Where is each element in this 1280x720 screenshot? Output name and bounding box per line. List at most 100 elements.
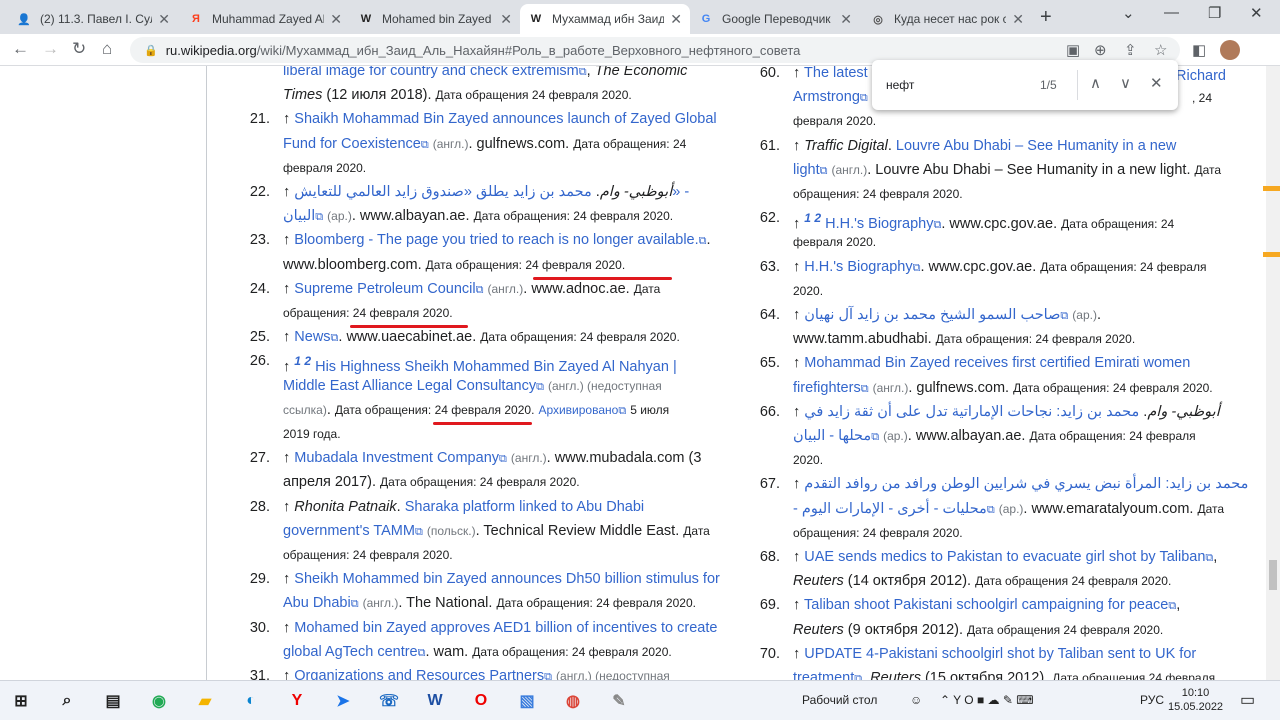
reference-link[interactable]: - محليات - أخرى - الإمارات اليوم: [793, 501, 987, 517]
task-view-icon[interactable]: ▤: [100, 689, 126, 713]
browser-icon[interactable]: ◐: [238, 689, 264, 713]
profile-avatar[interactable]: [1220, 40, 1240, 60]
home-icon[interactable]: ⌂: [102, 39, 112, 59]
photos-icon[interactable]: ▧: [514, 689, 540, 713]
find-next-icon[interactable]: ∨: [1120, 74, 1131, 92]
reference-link[interactable]: H.H.'s Biography: [804, 259, 912, 275]
tab-favicon-icon: G: [701, 13, 711, 25]
reference-link[interactable]: The latest: [804, 66, 868, 81]
tab-close-icon[interactable]: ✕: [670, 11, 682, 28]
reference-link[interactable]: Fund for Coexistence: [283, 136, 421, 152]
tool-icon[interactable]: ✎: [606, 689, 632, 713]
find-input[interactable]: нефт: [886, 78, 914, 92]
reference-link[interactable]: Taliban shoot Pakistani schoolgirl campa…: [804, 597, 1168, 613]
reference-number: 30.: [249, 619, 270, 636]
browser-tab[interactable]: W Mohamed bin Zayed ✕: [350, 4, 520, 34]
clock[interactable]: 10:10 15.05.2022: [1168, 686, 1223, 714]
page-scrollbar[interactable]: [1266, 66, 1280, 680]
external-link-icon: ⧉: [933, 219, 942, 232]
zoom-icon[interactable]: ⊕: [1094, 41, 1107, 59]
telegram-icon[interactable]: ➤: [330, 689, 356, 713]
reference-link[interactable]: Abu Dhabi: [283, 595, 351, 611]
reference-link[interactable]: محمد بن زايد: المرأة نبض يسري في شرايين …: [804, 476, 1248, 492]
notifications-icon[interactable]: ▭: [1240, 690, 1255, 710]
scrollbar-thumb[interactable]: [1269, 560, 1277, 590]
reference-line: 2020.: [793, 283, 824, 298]
desktop-toolbar-label[interactable]: Рабочий стол: [802, 693, 877, 707]
reference-link[interactable]: firefighters: [793, 380, 861, 396]
forward-icon[interactable]: →: [42, 39, 59, 59]
app-icon[interactable]: ◉: [146, 689, 172, 713]
opera-icon[interactable]: O: [468, 689, 494, 713]
reference-link[interactable]: Middle East Alliance Legal Consultancy: [283, 378, 536, 394]
reference-link[interactable]: Mubadala Investment Company: [294, 450, 499, 466]
reference-line: ↑ Sheikh Mohammed bin Zayed announces Dh…: [283, 571, 720, 588]
tab-close-icon[interactable]: ✕: [840, 11, 852, 28]
maximize-icon[interactable]: ❐: [1208, 4, 1221, 22]
page-icon[interactable]: ▣: [1066, 41, 1080, 59]
windows-start-icon[interactable]: ⊞: [8, 689, 34, 713]
reload-icon[interactable]: ↻: [72, 39, 86, 59]
reference-link[interactable]: محمد بن زايد: نجاحات الإماراتية تدل على …: [804, 404, 1139, 420]
browser-tab[interactable]: W Мухаммад ибн Заид ✕: [520, 4, 690, 34]
tab-close-icon[interactable]: ✕: [158, 11, 170, 28]
reference-link[interactable]: UAE sends medics to Pakistan to evacuate…: [804, 549, 1205, 565]
red-underline-3: [433, 422, 532, 425]
browser-tab[interactable]: G Google Переводчик ✕: [690, 4, 860, 34]
reference-link[interactable]: global AgTech centre: [283, 644, 418, 660]
tray-icons[interactable]: ⌃ Y O ■ ☁ ✎ ⌨: [940, 693, 1034, 707]
share-icon[interactable]: ⇪: [1124, 41, 1137, 59]
tab-search-icon[interactable]: ⌄: [1122, 4, 1135, 22]
bookmark-star-icon[interactable]: ☆: [1154, 41, 1167, 59]
reference-link[interactable]: البيان: [283, 208, 315, 224]
reference-line: обращения: 24 февраля 2020.: [793, 525, 963, 540]
minimize-icon[interactable]: —: [1164, 4, 1179, 21]
browser-tab[interactable]: Я Muhammad Zayed Al ✕: [180, 4, 350, 34]
reference-link[interactable]: محلها - البيان: [793, 428, 871, 444]
search-icon[interactable]: ⌕: [54, 689, 80, 713]
browser-tab[interactable]: ◎ Куда несет нас рок с ✕: [862, 4, 1032, 34]
word-icon[interactable]: W: [422, 689, 448, 713]
reference-link[interactable]: light: [793, 162, 820, 178]
reference-link[interactable]: Armstrong: [793, 89, 860, 105]
reference-link[interactable]: liberal image for country and check extr…: [283, 66, 579, 79]
reference-link[interactable]: Mohamed bin Zayed approves AED1 billion …: [294, 620, 717, 636]
external-link-icon: ⧉: [536, 380, 544, 393]
reference-link[interactable]: Supreme Petroleum Council: [294, 281, 475, 297]
reference-number: 65.: [759, 355, 780, 372]
reference-link[interactable]: government's TAMM: [283, 523, 415, 539]
reference-link[interactable]: صاحب السمو الشيخ محمد بن زايد آل نهيان: [804, 307, 1060, 323]
reference-link[interactable]: Sheikh Mohammed bin Zayed announces Dh50…: [294, 571, 720, 587]
browser-tab[interactable]: 👤 (2) 11.3. Павел І. Суле ✕: [8, 4, 178, 34]
find-close-icon[interactable]: ✕: [1150, 74, 1163, 92]
file-explorer-icon[interactable]: ▰: [192, 689, 218, 713]
new-tab-button[interactable]: +: [1040, 6, 1052, 29]
side-panel-icon[interactable]: ◧: [1192, 41, 1206, 59]
reference-link[interactable]: Organizations and Resources Partners: [294, 668, 544, 680]
tab-close-icon[interactable]: ✕: [500, 11, 512, 28]
find-prev-icon[interactable]: ∧: [1090, 74, 1101, 92]
chrome-icon[interactable]: ◍: [560, 689, 586, 713]
reference-link[interactable]: Sharaka platform linked to Abu Dhabi: [405, 499, 644, 515]
reference-link[interactable]: Архивировано: [538, 403, 618, 417]
reference-link[interactable]: 1 2: [294, 354, 311, 368]
reference-link[interactable]: News: [294, 329, 330, 345]
reference-link[interactable]: UPDATE 4-Pakistani schoolgirl shot by Ta…: [804, 646, 1196, 662]
partial-link[interactable]: Richard: [1176, 68, 1226, 84]
reference-number: 63.: [759, 258, 780, 275]
tab-close-icon[interactable]: ✕: [1012, 11, 1024, 28]
people-icon[interactable]: ☺: [910, 693, 922, 707]
viber-icon[interactable]: ☏: [376, 689, 402, 713]
back-icon[interactable]: ←: [12, 39, 29, 59]
reference-link[interactable]: Mohammad Bin Zayed receives first certif…: [804, 355, 1190, 371]
reference-link[interactable]: 1 2: [804, 211, 821, 225]
close-window-icon[interactable]: ✕: [1250, 4, 1263, 22]
keyboard-lang[interactable]: РУС: [1140, 693, 1164, 707]
reference-link[interactable]: treatment: [793, 670, 854, 680]
reference-link[interactable]: Shaikh Mohammad Bin Zayed announces laun…: [294, 111, 716, 127]
tab-close-icon[interactable]: ✕: [330, 11, 342, 28]
reference-link[interactable]: Bloomberg - The page you tried to reach …: [294, 232, 698, 248]
reference-link[interactable]: Louvre Abu Dhabi – See Humanity in a new: [896, 138, 1177, 154]
reference-line: ↑ H.H.'s Biography⧉. www.cpc.gov.ae. Дат…: [793, 258, 1207, 275]
yandex-icon[interactable]: Y: [284, 689, 310, 713]
